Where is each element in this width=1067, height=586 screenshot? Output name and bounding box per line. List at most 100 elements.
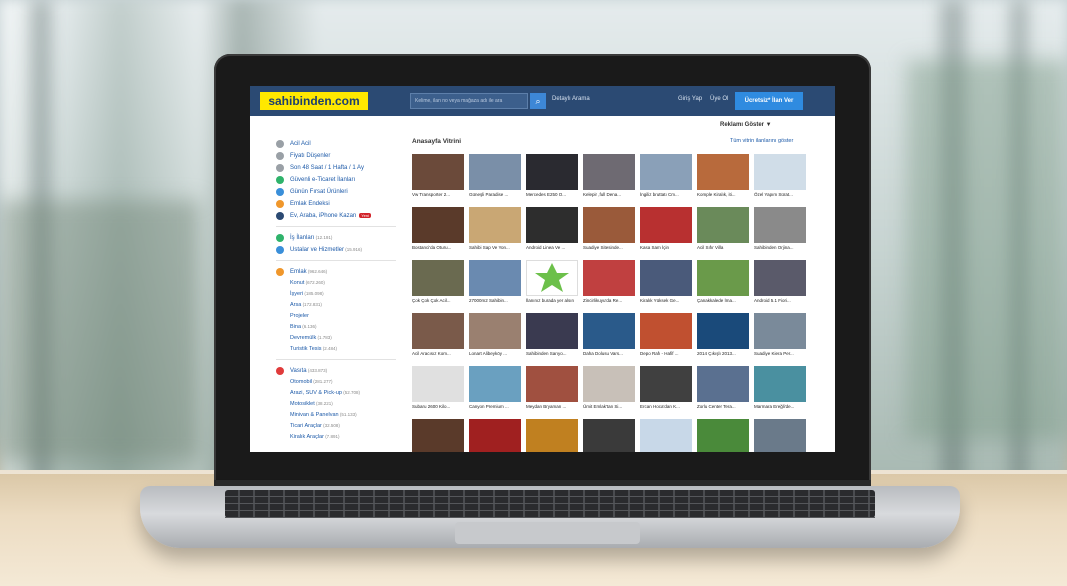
sidebar-category[interactable]: Emlak Endeksi <box>276 198 406 209</box>
listing-thumbnail[interactable] <box>640 154 692 190</box>
listing-thumbnail[interactable] <box>469 207 521 243</box>
listing-thumbnail[interactable] <box>640 207 692 243</box>
showcase-listing[interactable]: Zorlu Center Tera... <box>697 366 749 414</box>
showcase-listing[interactable]: Sahibinden Sarıyo... <box>526 313 578 361</box>
showcase-listing[interactable] <box>640 419 692 452</box>
showcase-listing[interactable] <box>412 419 464 452</box>
listing-thumbnail[interactable] <box>526 419 578 452</box>
listing-thumbnail[interactable] <box>640 366 692 402</box>
sidebar-subcategory[interactable]: Otomobil (281.277) <box>276 377 406 387</box>
listing-thumbnail[interactable] <box>526 313 578 349</box>
listing-thumbnail[interactable] <box>754 154 806 190</box>
listing-caption[interactable]: Komple Kiralık, iti... <box>697 192 749 197</box>
listing-caption[interactable]: Meydan Bryaman ... <box>526 404 578 409</box>
sidebar-subcategory[interactable]: Minivan & Panelvan (51.133) <box>276 410 406 420</box>
sidebar-category[interactable]: İş İlanları (12.191) <box>276 232 406 243</box>
listing-thumbnail[interactable] <box>754 366 806 402</box>
listing-caption[interactable]: Kelepir ,full Dena... <box>583 192 635 197</box>
listing-caption[interactable]: Güneşli Paradise ... <box>469 192 521 197</box>
listing-caption[interactable]: Suadiye Kiera Per... <box>754 351 806 356</box>
showcase-listing[interactable]: Acil Aracısız Kom... <box>412 313 464 361</box>
listing-caption[interactable]: Çanakkalede İma... <box>697 298 749 303</box>
listing-thumbnail[interactable] <box>469 260 521 296</box>
listing-thumbnail[interactable] <box>697 419 749 452</box>
login-link[interactable]: Giriş Yap <box>678 96 702 102</box>
sidebar-subcategory[interactable]: Arazi, SUV & Pick-up (52.708) <box>276 388 406 398</box>
listing-thumbnail[interactable] <box>754 260 806 296</box>
showcase-listing[interactable]: İngiliz bruttatı Cm... <box>640 154 692 202</box>
showcase-listing[interactable]: Vw Transporter 2... <box>412 154 464 202</box>
showcase-listing[interactable]: Lonart Alibeyköy ... <box>469 313 521 361</box>
sidebar-category[interactable]: Son 48 Saat / 1 Hafta / 1 Ay <box>276 162 406 173</box>
listing-caption[interactable]: Depo Rafı - Hafif ... <box>640 351 692 356</box>
sidebar-subcategory[interactable]: Konut (672.260) <box>276 278 406 288</box>
listing-thumbnail[interactable] <box>583 207 635 243</box>
listing-thumbnail[interactable] <box>583 260 635 296</box>
sidebar-category[interactable]: Güvenli e-Ticaret İlanları <box>276 174 406 185</box>
showcase-listing[interactable]: Kiralık Yüksek Ge... <box>640 260 692 308</box>
listing-caption[interactable]: Acil Aracısız Kom... <box>412 351 464 356</box>
showcase-listing[interactable]: 2014 Çıkışlı 2013... <box>697 313 749 361</box>
listing-caption[interactable]: Çok Çok Çok Acil... <box>412 298 464 303</box>
sidebar-subcategory[interactable]: Devremülk (1.783) <box>276 333 406 343</box>
showcase-listing[interactable]: Zincirlikuyu'da Re... <box>583 260 635 308</box>
listing-caption[interactable]: İngiliz bruttatı Cm... <box>640 192 692 197</box>
listing-caption[interactable]: İlanınız burada yer alsın <box>526 298 578 303</box>
show-ad-toggle[interactable]: Reklamı Göster ▼ <box>720 122 772 128</box>
listing-caption[interactable]: Suadiye Sitesinde... <box>583 245 635 250</box>
listing-caption[interactable]: Sahibinden Sarıyo... <box>526 351 578 356</box>
listing-thumbnail[interactable] <box>583 366 635 402</box>
listing-thumbnail[interactable] <box>412 419 464 452</box>
showcase-listing[interactable]: Sahibi Sap Ve Yon... <box>469 207 521 255</box>
showcase-listing[interactable]: Bostanci'da Oturu... <box>412 207 464 255</box>
listing-caption[interactable]: Bostanci'da Oturu... <box>412 245 464 250</box>
sidebar-category[interactable]: Fiyatı Düşenler <box>276 150 406 161</box>
showcase-listing[interactable]: Meydan Bryaman ... <box>526 366 578 414</box>
listing-thumbnail[interactable] <box>754 313 806 349</box>
listing-thumbnail[interactable] <box>640 419 692 452</box>
showcase-listing[interactable]: Kasa Sam İçin <box>640 207 692 255</box>
listing-caption[interactable]: Ercan Hoca'dan K... <box>640 404 692 409</box>
listing-thumbnail[interactable] <box>469 313 521 349</box>
listing-thumbnail[interactable] <box>526 260 578 296</box>
showcase-listing[interactable]: Daha Dolusu Vars... <box>583 313 635 361</box>
listing-caption[interactable]: Vw Transporter 2... <box>412 192 464 197</box>
listing-thumbnail[interactable] <box>697 366 749 402</box>
showcase-listing[interactable]: Suadiye Kiera Per... <box>754 313 806 361</box>
showcase-listing[interactable]: Canyon Premium ... <box>469 366 521 414</box>
showcase-listing[interactable]: Güneşli Paradise ... <box>469 154 521 202</box>
listing-caption[interactable]: Lonart Alibeyköy ... <box>469 351 521 356</box>
sidebar-category[interactable]: Ev, Araba, iPhone Kazan Yeni <box>276 210 406 221</box>
listing-caption[interactable]: Kiralık Yüksek Ge... <box>640 298 692 303</box>
listing-thumbnail[interactable] <box>697 154 749 190</box>
showcase-listing[interactable]: Ercan Hoca'dan K... <box>640 366 692 414</box>
sidebar-category[interactable]: Acil Acil <box>276 138 406 149</box>
listing-caption[interactable]: Ümit Emlak'tan Si... <box>583 404 635 409</box>
showcase-listing[interactable]: 27000m2 Sahibin... <box>469 260 521 308</box>
showcase-listing[interactable]: Marmara Ereğli'de... <box>754 366 806 414</box>
showcase-listing[interactable] <box>754 419 806 452</box>
listing-thumbnail[interactable] <box>412 313 464 349</box>
listing-thumbnail[interactable] <box>583 154 635 190</box>
listing-thumbnail[interactable] <box>526 154 578 190</box>
showcase-listing[interactable]: Android Linea Ve ... <box>526 207 578 255</box>
search-input[interactable]: Kelime, ilan no veya mağaza adı ile ara <box>410 93 528 109</box>
listing-thumbnail[interactable] <box>754 207 806 243</box>
showcase-listing[interactable]: Acil Sıfır Villa <box>697 207 749 255</box>
listing-thumbnail[interactable] <box>697 313 749 349</box>
listing-thumbnail[interactable] <box>640 313 692 349</box>
sidebar-subcategory[interactable]: Bina (6.136) <box>276 322 406 332</box>
listing-caption[interactable]: Zorlu Center Tera... <box>697 404 749 409</box>
showcase-listing[interactable]: Mercedes E250 O... <box>526 154 578 202</box>
listing-thumbnail[interactable] <box>412 260 464 296</box>
showcase-listing[interactable]: Depo Rafı - Hafif ... <box>640 313 692 361</box>
sidebar-subcategory[interactable]: Kiralık Araçlar (7.891) <box>276 432 406 442</box>
sidebar-subcategory[interactable]: Arsa (172.831) <box>276 300 406 310</box>
listing-caption[interactable]: Mercedes E250 O... <box>526 192 578 197</box>
sidebar-subcategory[interactable]: İşyeri (185.098) <box>276 289 406 299</box>
sidebar-subcategory[interactable]: Turistik Tesis (2.484) <box>276 344 406 354</box>
listing-caption[interactable]: Zincirlikuyu'da Re... <box>583 298 635 303</box>
listing-thumbnail[interactable] <box>697 260 749 296</box>
listing-thumbnail[interactable] <box>583 419 635 452</box>
sidebar-category[interactable]: Vasıta (433.873) <box>276 365 406 376</box>
